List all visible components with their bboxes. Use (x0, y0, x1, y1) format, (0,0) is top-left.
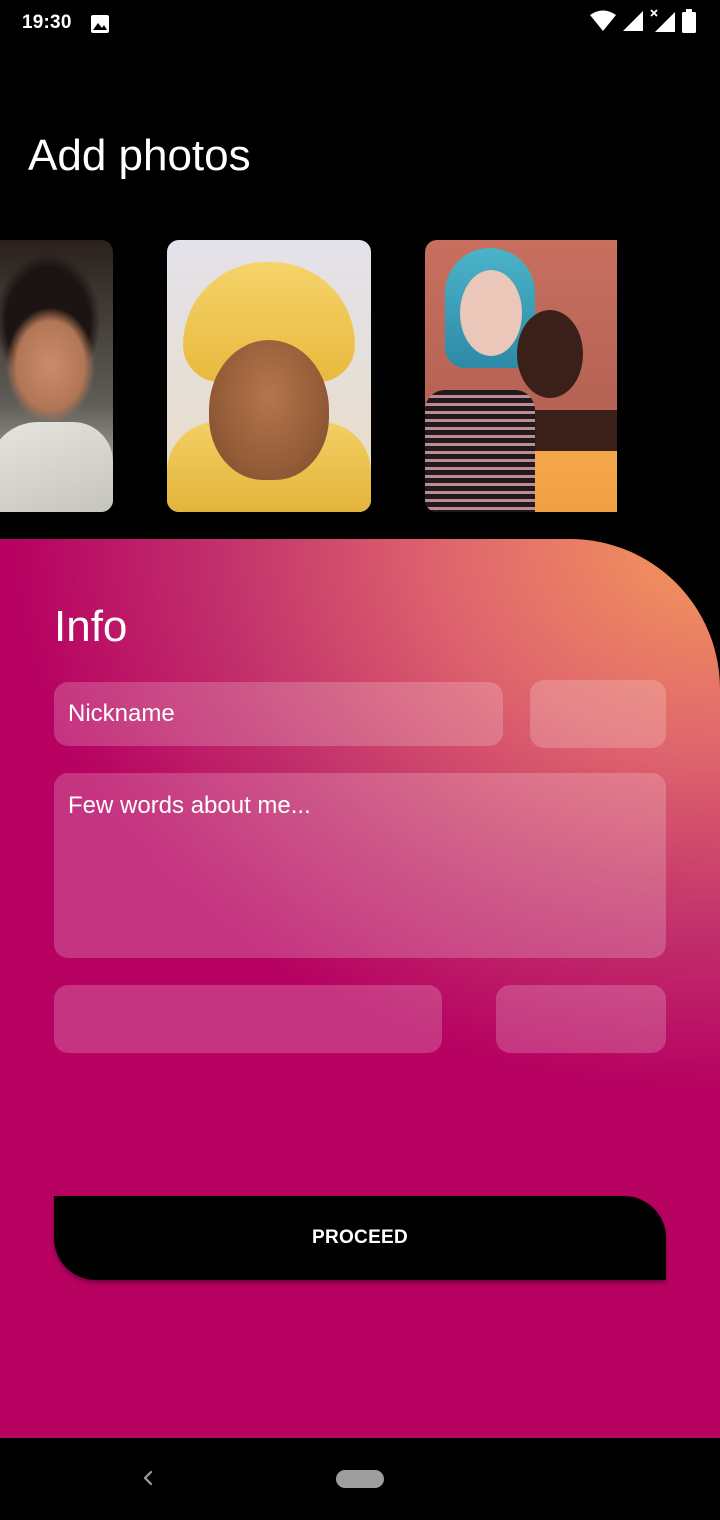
gender-input[interactable] (496, 985, 666, 1053)
wifi-icon (590, 10, 616, 37)
gallery-icon (90, 14, 110, 34)
proceed-button[interactable]: PROCEED (54, 1196, 666, 1280)
photo-detail (517, 310, 583, 398)
photo-man-yellow-turban[interactable] (167, 240, 371, 512)
location-input[interactable] (54, 985, 442, 1053)
photo-detail (0, 422, 113, 512)
nickname-input[interactable] (54, 682, 503, 746)
photo-detail (425, 390, 535, 512)
photo-detail (460, 270, 522, 356)
photo-detail (535, 410, 617, 512)
age-input[interactable] (530, 680, 666, 748)
page-title: Add photos (28, 131, 251, 180)
add-photos-screen: 19:30 Add photos Info Nickname Few words… (0, 0, 720, 1520)
photo-woman-portrait[interactable] (0, 240, 113, 512)
home-pill-icon[interactable] (336, 1470, 384, 1488)
info-panel: Info PROCEED (0, 539, 720, 1438)
status-bar: 19:30 (0, 0, 720, 48)
about-me-textarea[interactable] (54, 773, 666, 958)
photo-detail (209, 340, 329, 480)
battery-icon (682, 8, 696, 38)
status-icons (590, 8, 696, 38)
back-icon[interactable] (136, 1466, 160, 1490)
status-time: 19:30 (22, 12, 72, 33)
signal-icon (622, 10, 644, 37)
info-title: Info (54, 602, 128, 651)
photo-two-women[interactable] (425, 240, 617, 512)
navigation-bar (0, 1438, 720, 1520)
signal-no-data-icon (650, 8, 676, 38)
